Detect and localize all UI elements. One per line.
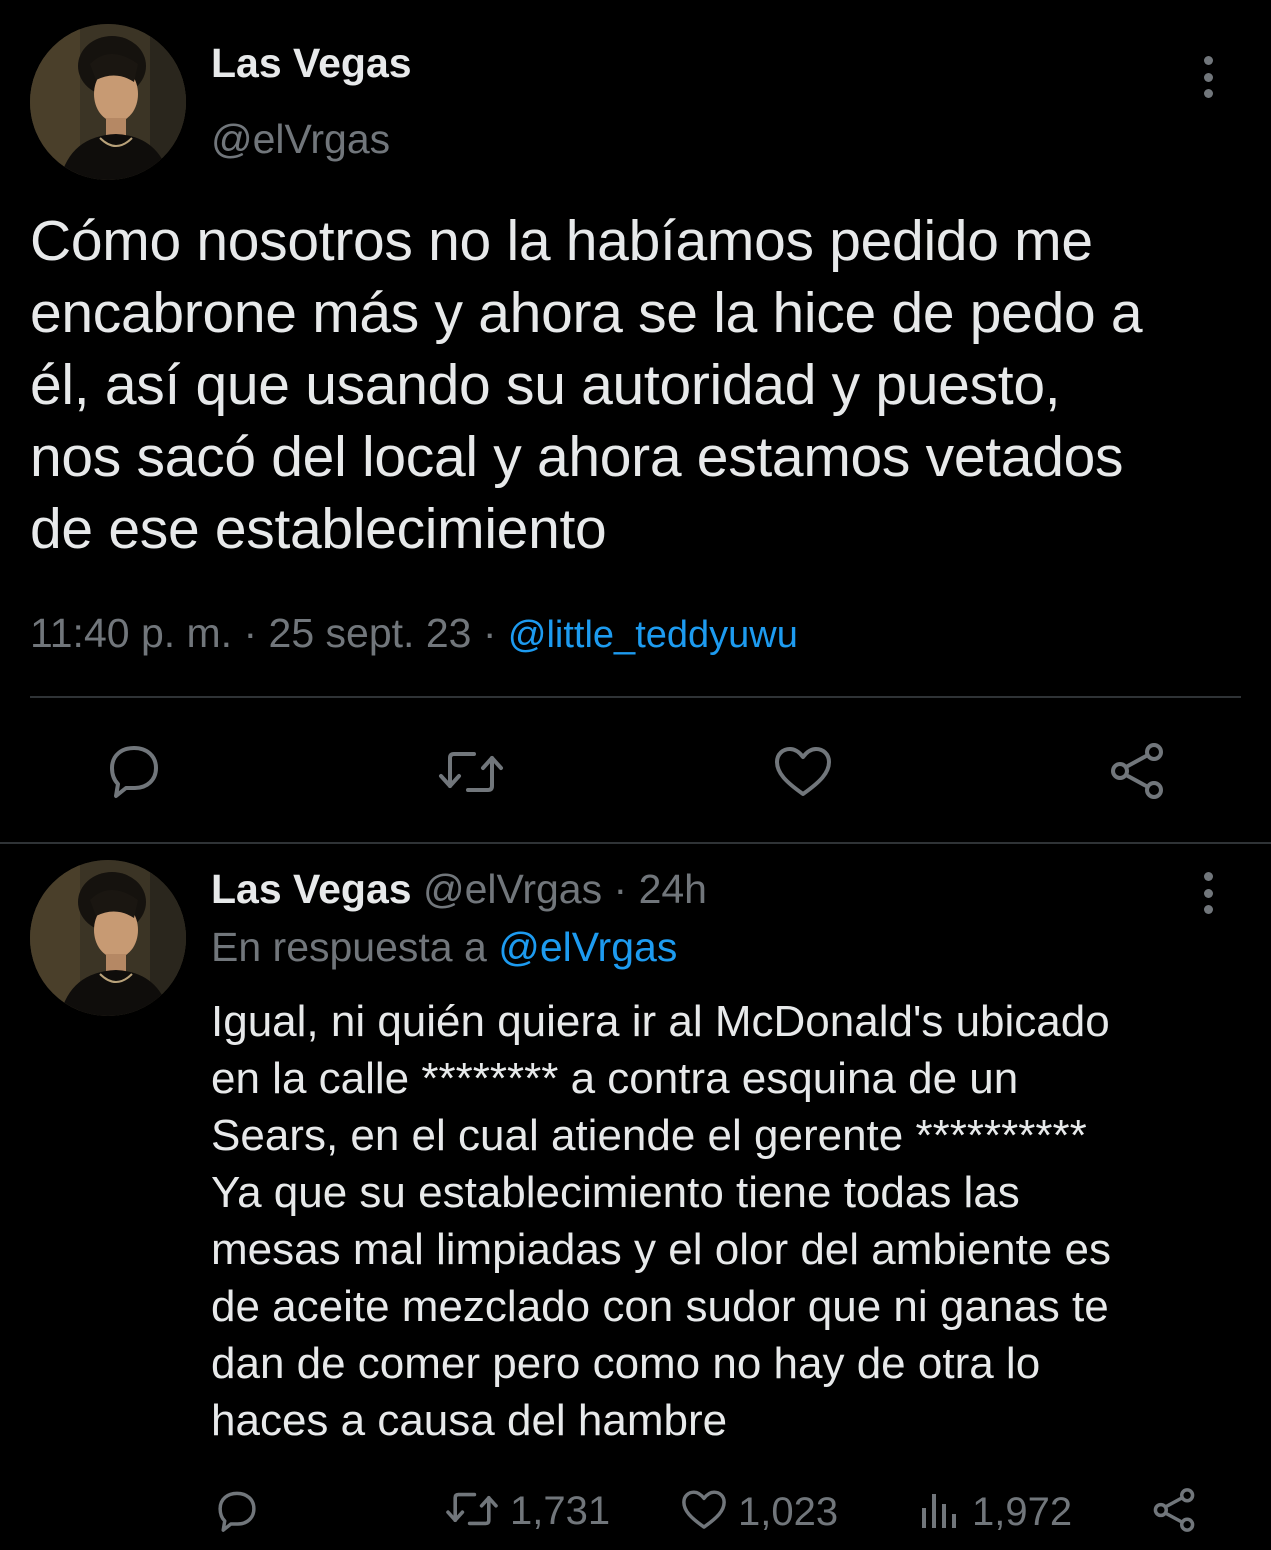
share-icon [1150,1486,1198,1539]
views-icon [918,1488,962,1537]
replying-prefix: En respuesta a [211,924,487,970]
reply-button[interactable] [214,1488,260,1539]
replying-to: En respuesta a @elVrgas [211,924,677,971]
avatar-image [30,860,186,1016]
tweet-thread: Las Vegas @elVrgas Cómo nosotros no la h… [0,0,1271,1550]
tweet-time[interactable]: 24h [639,866,707,912]
views-button[interactable]: 1,972 [918,1488,1072,1537]
meta-separator: · [243,610,258,656]
avatar[interactable] [30,860,186,1016]
reply-icon [214,1488,260,1539]
retweet-button[interactable]: 1,731 [444,1488,610,1535]
tweet-date[interactable]: 25 sept. 23 [269,610,472,656]
share-icon[interactable] [1106,740,1168,802]
like-icon[interactable] [772,744,834,800]
via-link[interactable]: @little_teddyuwu [508,614,798,656]
mention-link[interactable]: @elVrgas [498,924,677,970]
share-button[interactable] [1150,1486,1198,1539]
like-button[interactable]: 1,023 [680,1488,838,1537]
more-options-icon[interactable] [1190,868,1226,918]
tweet-text: Igual, ni quién quiera ir al McDonald's … [211,997,1111,1445]
tweet-meta: 11:40 p. m. · 25 sept. 23 · @little_tedd… [30,610,798,657]
tweet-actions: 1,731 1,023 1,972 [0,1478,1271,1548]
like-icon [680,1488,728,1537]
like-count: 1,023 [738,1490,839,1534]
author-handle[interactable]: @elVrgas [423,866,602,912]
meta-separator: · [482,610,497,656]
retweet-icon [444,1488,500,1535]
retweet-icon[interactable] [436,746,506,798]
tweet-actions [0,730,1271,810]
views-count: 1,972 [972,1490,1073,1534]
reply-icon[interactable] [104,742,164,800]
reply-header: Las Vegas @elVrgas · 24h [211,866,707,913]
author-name[interactable]: Las Vegas [211,40,412,87]
tweet-text: Cómo nosotros no la habíamos pedido me e… [30,209,1143,561]
avatar-image [30,24,186,180]
divider [30,696,1241,698]
author-handle[interactable]: @elVrgas [211,116,390,163]
divider [0,842,1271,844]
retweet-count: 1,731 [510,1489,611,1533]
avatar[interactable] [30,24,186,180]
more-options-icon[interactable] [1190,52,1226,102]
meta-separator: · [613,866,628,912]
author-name[interactable]: Las Vegas [211,866,412,912]
main-tweet: Las Vegas @elVrgas Cómo nosotros no la h… [0,0,1271,842]
tweet-time[interactable]: 11:40 p. m. [30,610,232,656]
